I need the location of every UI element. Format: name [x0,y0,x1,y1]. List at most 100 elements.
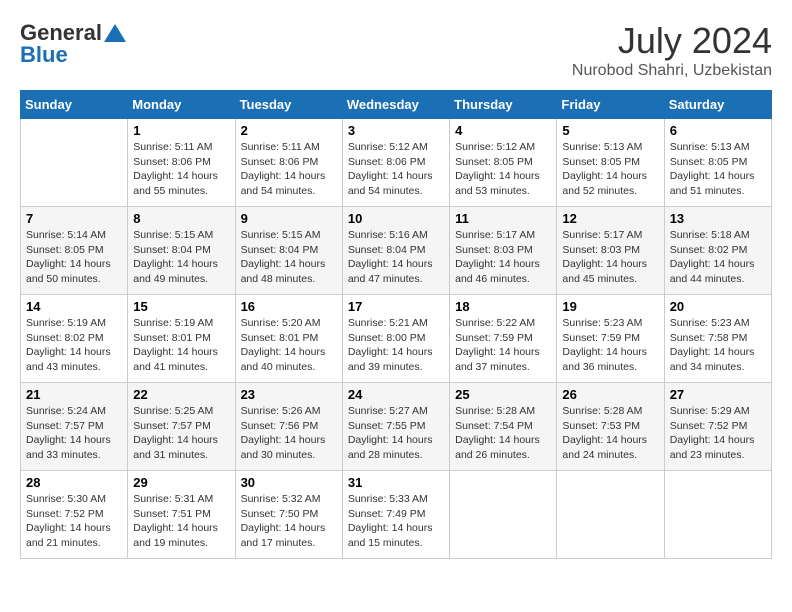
day-cell: 19 Sunrise: 5:23 AMSunset: 7:59 PMDayligh… [557,295,664,383]
day-info: Sunrise: 5:13 AMSunset: 8:05 PMDaylight:… [670,140,766,199]
day-info: Sunrise: 5:26 AMSunset: 7:56 PMDaylight:… [241,404,337,463]
day-cell: 6 Sunrise: 5:13 AMSunset: 8:05 PMDaylight… [664,119,771,207]
day-number: 19 [562,299,658,314]
day-info: Sunrise: 5:23 AMSunset: 7:58 PMDaylight:… [670,316,766,375]
day-number: 6 [670,123,766,138]
day-info: Sunrise: 5:21 AMSunset: 8:00 PMDaylight:… [348,316,444,375]
day-info: Sunrise: 5:22 AMSunset: 7:59 PMDaylight:… [455,316,551,375]
weekday-sunday: Sunday [21,91,128,119]
logo-icon [104,24,126,42]
day-number: 20 [670,299,766,314]
day-number: 27 [670,387,766,402]
weekday-header-row: SundayMondayTuesdayWednesdayThursdayFrid… [21,91,772,119]
day-number: 9 [241,211,337,226]
day-info: Sunrise: 5:14 AMSunset: 8:05 PMDaylight:… [26,228,122,287]
day-number: 7 [26,211,122,226]
day-info: Sunrise: 5:29 AMSunset: 7:52 PMDaylight:… [670,404,766,463]
day-cell [557,471,664,559]
day-cell: 25 Sunrise: 5:28 AMSunset: 7:54 PMDayligh… [450,383,557,471]
day-number: 2 [241,123,337,138]
day-info: Sunrise: 5:16 AMSunset: 8:04 PMDaylight:… [348,228,444,287]
day-info: Sunrise: 5:12 AMSunset: 8:06 PMDaylight:… [348,140,444,199]
calendar-table: SundayMondayTuesdayWednesdayThursdayFrid… [20,90,772,559]
day-cell: 21Sunrise: 5:24 AMSunset: 7:57 PMDayligh… [21,383,128,471]
day-info: Sunrise: 5:18 AMSunset: 8:02 PMDaylight:… [670,228,766,287]
day-cell: 23 Sunrise: 5:26 AMSunset: 7:56 PMDayligh… [235,383,342,471]
day-cell: 12Sunrise: 5:17 AMSunset: 8:03 PMDayligh… [557,207,664,295]
day-number: 17 [348,299,444,314]
week-row-3: 14 Sunrise: 5:19 AMSunset: 8:02 PMDayligh… [21,295,772,383]
week-row-2: 7 Sunrise: 5:14 AMSunset: 8:05 PMDaylight… [21,207,772,295]
day-cell: 1Sunrise: 5:11 AMSunset: 8:06 PMDaylight… [128,119,235,207]
weekday-friday: Friday [557,91,664,119]
day-cell: 4Sunrise: 5:12 AMSunset: 8:05 PMDaylight… [450,119,557,207]
day-number: 25 [455,387,551,402]
day-info: Sunrise: 5:32 AMSunset: 7:50 PMDaylight:… [241,492,337,551]
day-info: Sunrise: 5:23 AMSunset: 7:59 PMDaylight:… [562,316,658,375]
day-cell: 17 Sunrise: 5:21 AMSunset: 8:00 PMDayligh… [342,295,449,383]
day-cell: 18 Sunrise: 5:22 AMSunset: 7:59 PMDayligh… [450,295,557,383]
logo-blue: Blue [20,42,68,68]
day-info: Sunrise: 5:19 AMSunset: 8:02 PMDaylight:… [26,316,122,375]
day-number: 18 [455,299,551,314]
day-info: Sunrise: 5:15 AMSunset: 8:04 PMDaylight:… [241,228,337,287]
weekday-saturday: Saturday [664,91,771,119]
day-number: 31 [348,475,444,490]
day-number: 29 [133,475,229,490]
day-cell [664,471,771,559]
week-row-5: 28 Sunrise: 5:30 AMSunset: 7:52 PMDayligh… [21,471,772,559]
day-cell: 16 Sunrise: 5:20 AMSunset: 8:01 PMDayligh… [235,295,342,383]
month-title: July 2024 [572,20,772,62]
day-number: 22 [133,387,229,402]
day-cell: 20 Sunrise: 5:23 AMSunset: 7:58 PMDayligh… [664,295,771,383]
day-info: Sunrise: 5:33 AMSunset: 7:49 PMDaylight:… [348,492,444,551]
day-number: 3 [348,123,444,138]
day-info: Sunrise: 5:31 AMSunset: 7:51 PMDaylight:… [133,492,229,551]
location: Nurobod Shahri, Uzbekistan [572,62,772,80]
day-number: 16 [241,299,337,314]
day-info: Sunrise: 5:17 AMSunset: 8:03 PMDaylight:… [455,228,551,287]
day-cell: 28 Sunrise: 5:30 AMSunset: 7:52 PMDayligh… [21,471,128,559]
weekday-thursday: Thursday [450,91,557,119]
day-number: 12 [562,211,658,226]
day-number: 21 [26,387,122,402]
day-cell: 29 Sunrise: 5:31 AMSunset: 7:51 PMDayligh… [128,471,235,559]
day-info: Sunrise: 5:27 AMSunset: 7:55 PMDaylight:… [348,404,444,463]
day-cell: 5 Sunrise: 5:13 AMSunset: 8:05 PMDaylight… [557,119,664,207]
day-info: Sunrise: 5:30 AMSunset: 7:52 PMDaylight:… [26,492,122,551]
day-number: 24 [348,387,444,402]
day-number: 23 [241,387,337,402]
day-info: Sunrise: 5:15 AMSunset: 8:04 PMDaylight:… [133,228,229,287]
day-info: Sunrise: 5:25 AMSunset: 7:57 PMDaylight:… [133,404,229,463]
day-info: Sunrise: 5:28 AMSunset: 7:54 PMDaylight:… [455,404,551,463]
day-number: 11 [455,211,551,226]
week-row-1: 1Sunrise: 5:11 AMSunset: 8:06 PMDaylight… [21,119,772,207]
weekday-wednesday: Wednesday [342,91,449,119]
day-info: Sunrise: 5:12 AMSunset: 8:05 PMDaylight:… [455,140,551,199]
day-cell [450,471,557,559]
day-cell: 2Sunrise: 5:11 AMSunset: 8:06 PMDaylight… [235,119,342,207]
day-number: 1 [133,123,229,138]
day-cell: 26 Sunrise: 5:28 AMSunset: 7:53 PMDayligh… [557,383,664,471]
day-cell: 22 Sunrise: 5:25 AMSunset: 7:57 PMDayligh… [128,383,235,471]
day-cell: 27 Sunrise: 5:29 AMSunset: 7:52 PMDayligh… [664,383,771,471]
day-info: Sunrise: 5:19 AMSunset: 8:01 PMDaylight:… [133,316,229,375]
day-number: 5 [562,123,658,138]
day-number: 15 [133,299,229,314]
day-number: 26 [562,387,658,402]
day-info: Sunrise: 5:28 AMSunset: 7:53 PMDaylight:… [562,404,658,463]
day-number: 28 [26,475,122,490]
day-info: Sunrise: 5:20 AMSunset: 8:01 PMDaylight:… [241,316,337,375]
day-cell: 8Sunrise: 5:15 AMSunset: 8:04 PMDaylight… [128,207,235,295]
week-row-4: 21Sunrise: 5:24 AMSunset: 7:57 PMDayligh… [21,383,772,471]
day-cell: 31 Sunrise: 5:33 AMSunset: 7:49 PMDayligh… [342,471,449,559]
day-cell: 11 Sunrise: 5:17 AMSunset: 8:03 PMDayligh… [450,207,557,295]
day-cell: 24 Sunrise: 5:27 AMSunset: 7:55 PMDayligh… [342,383,449,471]
logo: General Blue [20,20,126,68]
day-cell: 9 Sunrise: 5:15 AMSunset: 8:04 PMDaylight… [235,207,342,295]
weekday-monday: Monday [128,91,235,119]
day-number: 10 [348,211,444,226]
day-info: Sunrise: 5:13 AMSunset: 8:05 PMDaylight:… [562,140,658,199]
day-number: 14 [26,299,122,314]
day-number: 30 [241,475,337,490]
